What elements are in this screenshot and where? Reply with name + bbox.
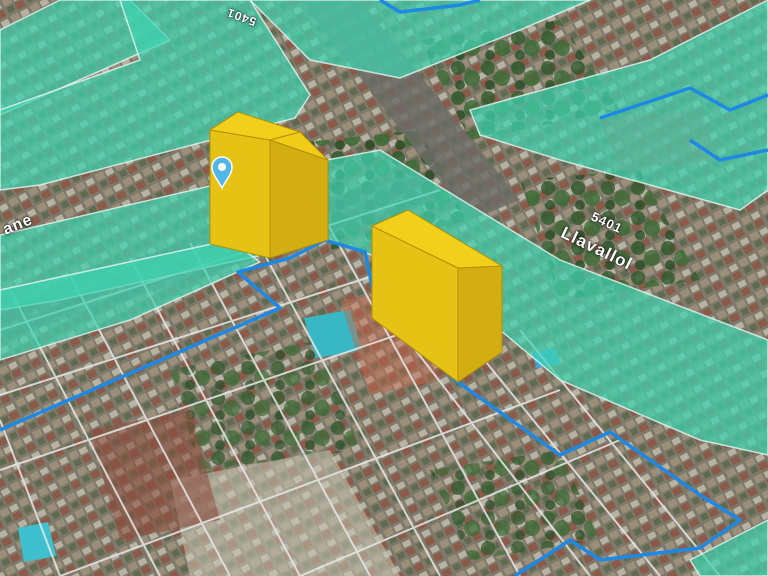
map-view[interactable]: 5401 5401 Llavallol ane (0, 0, 768, 576)
building-a-front (209, 129, 271, 259)
map-canvas[interactable] (0, 0, 768, 576)
building-a-side (269, 139, 329, 259)
